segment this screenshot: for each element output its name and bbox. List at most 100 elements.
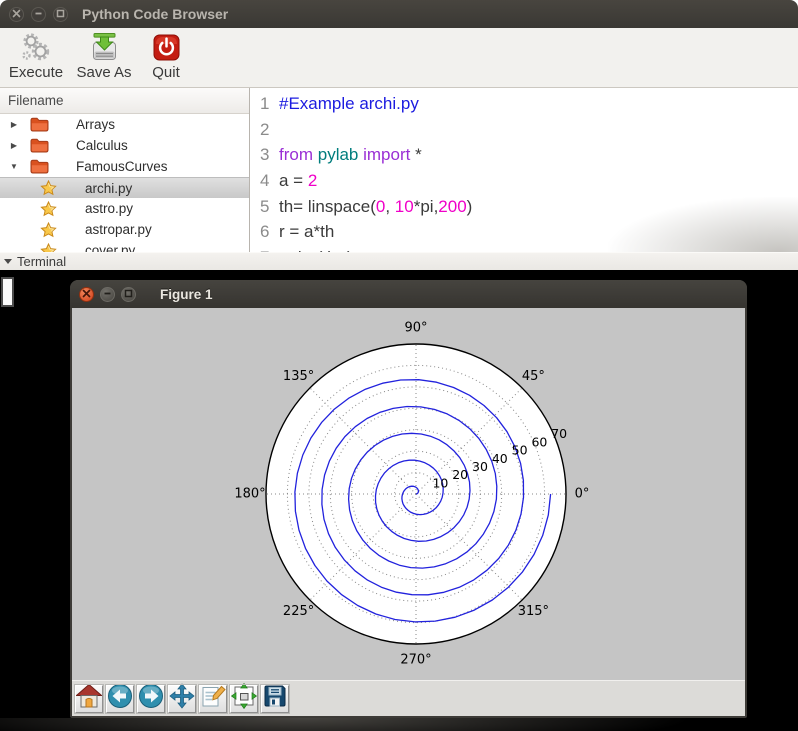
tree-item-calculus[interactable]: ▶ Calculus bbox=[0, 135, 249, 156]
pan-icon bbox=[169, 683, 195, 714]
code-segment: 10 bbox=[395, 194, 414, 220]
code-line-4: 4a = 2 bbox=[260, 168, 798, 194]
window-maximize-button[interactable] bbox=[53, 7, 68, 22]
figure-canvas[interactable]: 0°45°90°135°180°225°270°315°102030405060… bbox=[72, 308, 745, 680]
maximize-icon bbox=[56, 5, 65, 23]
toolbar-button-label: Quit bbox=[152, 64, 180, 81]
toolbar-button-execute[interactable]: Execute bbox=[8, 31, 64, 81]
home-icon bbox=[76, 683, 102, 714]
code-lines: 1#Example archi.py23from pylab import *4… bbox=[250, 88, 798, 252]
code-line-5: 5th= linspace(0, 10*pi,200) bbox=[260, 194, 798, 220]
zoom-edit-icon bbox=[200, 683, 226, 714]
figure-toolbar-forward-button[interactable] bbox=[137, 685, 165, 713]
code-editor[interactable]: 1#Example archi.py23from pylab import *4… bbox=[250, 88, 798, 252]
figure-toolbar-back-button[interactable] bbox=[106, 685, 134, 713]
figure-toolbar-save-button[interactable] bbox=[261, 685, 289, 713]
file-tree-pane: Filename ▶Arrays▶Calculus▼FamousCurvesar… bbox=[0, 88, 250, 252]
python-code-browser-window: Python Code Browser ExecuteSave As Quit F… bbox=[0, 0, 798, 270]
line-number: 7 bbox=[260, 245, 273, 252]
figure-toolbar-home-button[interactable] bbox=[75, 685, 103, 713]
tree-item-astro-py[interactable]: astro.py bbox=[0, 198, 249, 219]
polar-angle-label: 315° bbox=[518, 604, 549, 619]
figure-toolbar bbox=[72, 680, 745, 716]
chevron-down-icon bbox=[4, 259, 12, 264]
figure-toolbar-configure-subplots-button[interactable] bbox=[230, 685, 258, 713]
code-segment: import bbox=[363, 142, 415, 168]
terminal-section-header[interactable]: Terminal bbox=[0, 252, 798, 270]
terminal-label: Terminal bbox=[17, 254, 66, 269]
polar-r-label: 40 bbox=[492, 451, 508, 466]
code-line-6: 6r = a*th bbox=[260, 219, 798, 245]
polar-r-label: 70 bbox=[551, 426, 567, 441]
code-segment: * bbox=[415, 142, 422, 168]
polar-angle-label: 45° bbox=[522, 369, 545, 384]
expander-open-icon[interactable]: ▼ bbox=[8, 162, 20, 171]
close-icon bbox=[12, 5, 21, 23]
expander-closed-icon[interactable]: ▶ bbox=[8, 141, 20, 150]
window-minimize-button[interactable] bbox=[31, 7, 46, 22]
line-number: 1 bbox=[260, 91, 273, 117]
tree-item-label: Calculus bbox=[76, 138, 128, 153]
polar-r-label: 20 bbox=[452, 467, 468, 482]
folder-icon bbox=[30, 138, 50, 153]
code-line-3: 3from pylab import * bbox=[260, 142, 798, 168]
star-icon bbox=[40, 201, 58, 217]
toolbar-button-quit[interactable]: Quit bbox=[144, 31, 188, 81]
tree-item-cover-py[interactable]: cover.py bbox=[0, 240, 249, 252]
star-icon bbox=[40, 222, 58, 238]
figure-close-button[interactable] bbox=[79, 287, 94, 302]
line-number: 5 bbox=[260, 194, 273, 220]
code-segment: , bbox=[385, 194, 394, 220]
figure-toolbar-pan-button[interactable] bbox=[168, 685, 196, 713]
figure-minimize-button[interactable] bbox=[100, 287, 115, 302]
file-tree-header-label: Filename bbox=[8, 93, 64, 108]
code-segment: #Example archi.py bbox=[279, 91, 419, 117]
polar-chart: 0°45°90°135°180°225°270°315°102030405060… bbox=[72, 308, 745, 680]
code-segment: *pi, bbox=[414, 194, 439, 220]
code-segment: 2 bbox=[308, 168, 317, 194]
code-segment: polar(th,r) bbox=[279, 245, 353, 252]
code-segment: ) bbox=[467, 194, 473, 220]
tree-item-famouscurves[interactable]: ▼ FamousCurves bbox=[0, 156, 249, 177]
figure-maximize-button[interactable] bbox=[121, 287, 136, 302]
figure-window-title: Figure 1 bbox=[160, 287, 213, 302]
minimize-icon bbox=[103, 285, 112, 303]
code-segment: from bbox=[279, 142, 318, 168]
tree-item-archi-py[interactable]: archi.py bbox=[0, 177, 249, 198]
tree-item-label: cover.py bbox=[85, 243, 135, 252]
app-window-title: Python Code Browser bbox=[82, 6, 228, 22]
code-segment: a = bbox=[279, 168, 308, 194]
expander-closed-icon[interactable]: ▶ bbox=[8, 120, 20, 129]
code-segment: th= linspace( bbox=[279, 194, 376, 220]
power-icon bbox=[153, 31, 180, 64]
figure-toolbar-zoom-to-rect-button[interactable] bbox=[199, 685, 227, 713]
drive-download-icon bbox=[89, 31, 120, 64]
polar-angle-label: 90° bbox=[404, 321, 427, 336]
code-segment: r = a*th bbox=[279, 219, 334, 245]
polar-angle-label: 180° bbox=[234, 487, 265, 502]
close-icon bbox=[82, 285, 91, 303]
tree-item-label: astropar.py bbox=[85, 222, 152, 237]
floppy-icon bbox=[262, 683, 288, 714]
tree-item-arrays[interactable]: ▶Arrays bbox=[0, 114, 249, 135]
polar-angle-label: 0° bbox=[575, 487, 590, 502]
line-number: 6 bbox=[260, 219, 273, 245]
file-tree-rows: ▶Arrays▶Calculus▼FamousCurvesarchi.pyast… bbox=[0, 114, 249, 252]
line-number: 3 bbox=[260, 142, 273, 168]
star-icon bbox=[40, 180, 58, 196]
polar-r-label: 50 bbox=[512, 443, 528, 458]
terminal-cursor-block bbox=[1, 277, 14, 307]
line-number: 2 bbox=[260, 117, 273, 143]
toolbar-button-save-as[interactable]: Save As bbox=[76, 31, 132, 81]
desktop-bottom-glow bbox=[0, 718, 798, 731]
tree-item-astropar-py[interactable]: astropar.py bbox=[0, 219, 249, 240]
file-tree-header[interactable]: Filename bbox=[0, 88, 249, 114]
code-line-1: 1#Example archi.py bbox=[260, 91, 798, 117]
code-line-7: 7 polar(th,r) bbox=[260, 245, 798, 252]
polar-r-label: 10 bbox=[432, 475, 448, 490]
tree-item-label: FamousCurves bbox=[76, 159, 168, 174]
window-close-button[interactable] bbox=[9, 7, 24, 22]
app-titlebar: Python Code Browser bbox=[0, 0, 798, 28]
code-segment: 0 bbox=[376, 194, 385, 220]
polar-r-label: 60 bbox=[531, 434, 547, 449]
